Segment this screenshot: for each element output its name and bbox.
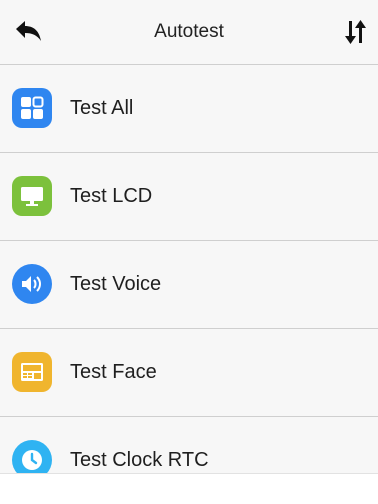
test-lcd-icon-badge — [12, 176, 52, 216]
list-item-test-all[interactable]: Test All — [0, 65, 378, 153]
test-all-icon-badge — [12, 88, 52, 128]
list-item-label: Test Face — [70, 361, 157, 383]
list-item-label: Test Voice — [70, 273, 162, 295]
grid-icon — [21, 96, 44, 119]
test-face-icon-badge — [12, 352, 52, 392]
header-bar: Autotest — [0, 0, 378, 65]
monitor-icon — [21, 187, 43, 206]
bottom-margin — [0, 473, 378, 504]
autotest-screen: Autotest Test All Test LCD Test Voice Te… — [0, 0, 378, 504]
sort-button[interactable] — [338, 16, 374, 48]
page-title: Autotest — [154, 21, 224, 42]
clock-icon — [22, 450, 42, 470]
list-item-label: Test LCD — [70, 185, 153, 207]
list-item-label: Test All — [70, 97, 134, 119]
test-list: Test All Test LCD Test Voice Test Face T… — [0, 65, 378, 504]
list-item-test-voice[interactable]: Test Voice — [0, 241, 378, 329]
sort-icon — [345, 20, 366, 44]
list-item-test-face[interactable]: Test Face — [0, 329, 378, 417]
speaker-icon — [22, 276, 41, 292]
test-voice-icon-badge — [12, 264, 52, 304]
face-terminal-icon — [21, 363, 43, 381]
list-item-test-lcd[interactable]: Test LCD — [0, 153, 378, 241]
